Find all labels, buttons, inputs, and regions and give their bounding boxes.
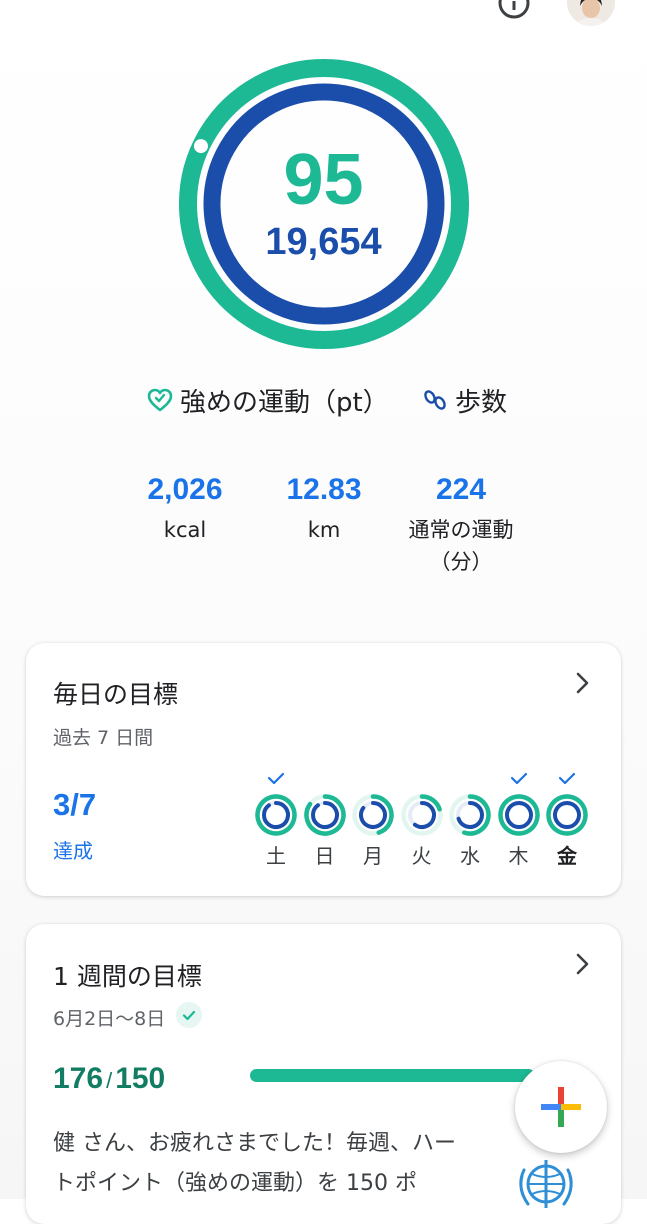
- day-ring: [255, 794, 297, 836]
- day-check-slot: [254, 771, 298, 793]
- day-ring: [546, 794, 588, 836]
- day-steps-arc: [262, 801, 290, 829]
- day-label: 日: [314, 844, 335, 868]
- weekly-message: 健 さん、お疲れさまでした！毎週、ハートポイント（強めの運動）を 150 ポ: [53, 1131, 456, 1196]
- day-column: 火: [400, 771, 444, 871]
- day-column: 月: [351, 771, 395, 871]
- day-steps-arc: [412, 801, 436, 829]
- check-icon: [558, 772, 576, 785]
- day-check-slot: [448, 771, 492, 793]
- who-logo: [519, 1160, 573, 1208]
- day-check-slot: [303, 771, 347, 793]
- day-label: 金: [557, 844, 577, 868]
- day-check-slot: [400, 771, 444, 793]
- calories-value: 2,026: [147, 473, 223, 506]
- day-label: 木: [508, 844, 529, 868]
- distance-value: 12.83: [286, 473, 362, 506]
- stats-row: 2,026 kcal 12.83 km 224 通常の運動 （分）: [0, 468, 647, 588]
- day-steps-arc: [553, 801, 581, 829]
- day-column: 日: [303, 771, 347, 871]
- heart-points-value: 95: [283, 140, 364, 220]
- goal-met-badge: [176, 1002, 202, 1028]
- steps-value: 19,654: [265, 221, 382, 263]
- stat-move-minutes: 224 通常の運動 （分）: [381, 468, 541, 578]
- stat-calories: 2,026 kcal: [105, 468, 265, 546]
- weekly-progress-value: 176/150: [53, 1062, 165, 1096]
- day-column: 木: [497, 771, 541, 871]
- day-steps-arc: [359, 801, 387, 829]
- rings-legend: 強めの運動（pt） 歩数: [0, 380, 647, 420]
- day-label: 水: [460, 844, 480, 868]
- weekly-goal-date-range: 6月2日〜8日: [53, 1008, 166, 1030]
- day-ring: [303, 794, 346, 836]
- weekly-target: 150: [115, 1062, 166, 1095]
- legend-heart-label: 強めの運動（pt）: [180, 387, 389, 418]
- legend-steps-label: 歩数: [455, 387, 508, 418]
- move-minutes-label-line2: （分）: [429, 550, 493, 574]
- stat-distance: 12.83 km: [244, 468, 404, 546]
- weekly-progress-bar: [250, 1069, 535, 1082]
- distance-label: km: [307, 518, 341, 542]
- legend-heart-points: 強めの運動（pt）: [146, 380, 389, 420]
- check-icon: [182, 1010, 196, 1021]
- day-label: 火: [411, 844, 432, 868]
- day-ring: [400, 794, 443, 836]
- heart-points-icon: [147, 388, 173, 412]
- top-app-bar: [0, 0, 647, 30]
- weekly-current: 176: [53, 1062, 104, 1095]
- day-steps-arc: [504, 801, 533, 829]
- day-check-slot: [497, 771, 541, 793]
- move-minutes-label-line1: 通常の運動: [408, 518, 514, 542]
- move-minutes-value: 224: [435, 473, 487, 506]
- add-activity-button[interactable]: [515, 1061, 607, 1153]
- profile-avatar[interactable]: [567, 0, 615, 26]
- info-icon[interactable]: [497, 0, 531, 20]
- day-label: 土: [266, 844, 286, 868]
- add-icon: [541, 1087, 581, 1127]
- check-icon: [267, 772, 285, 785]
- day-column: 土: [254, 771, 298, 871]
- steps-icon: [424, 390, 446, 410]
- day-check-slot: [351, 771, 395, 793]
- move-minutes-label: 通常の運動 （分）: [381, 514, 541, 578]
- calories-label: kcal: [163, 518, 207, 542]
- day-ring: [497, 794, 540, 836]
- daily-achieved-label: 達成: [53, 839, 93, 863]
- day-steps-arc: [310, 801, 339, 829]
- daily-goals-title: 毎日の目標: [53, 680, 179, 709]
- weekly-separator: /: [106, 1068, 113, 1093]
- day-check-slot: [545, 771, 589, 793]
- weekly-goal-title: 1 週間の目標: [53, 962, 202, 991]
- day-column: 金: [545, 771, 589, 871]
- day-label: 月: [363, 844, 383, 868]
- chevron-right-icon[interactable]: [575, 671, 591, 695]
- legend-steps: 歩数: [421, 380, 507, 420]
- day-ring: [352, 794, 394, 836]
- day-ring: [449, 794, 491, 836]
- daily-goals-subtitle: 過去 7 日間: [53, 727, 154, 749]
- weekly-progress-fill: [250, 1069, 535, 1082]
- daily-achieved-count: 3/7: [53, 787, 97, 822]
- chevron-right-icon[interactable]: [575, 952, 591, 976]
- day-column: 水: [448, 771, 492, 871]
- daily-goals-card[interactable]: 毎日の目標 過去 7 日間 3/7 達成 土 日 月 火 水 木 金: [26, 643, 621, 896]
- check-icon: [510, 772, 527, 785]
